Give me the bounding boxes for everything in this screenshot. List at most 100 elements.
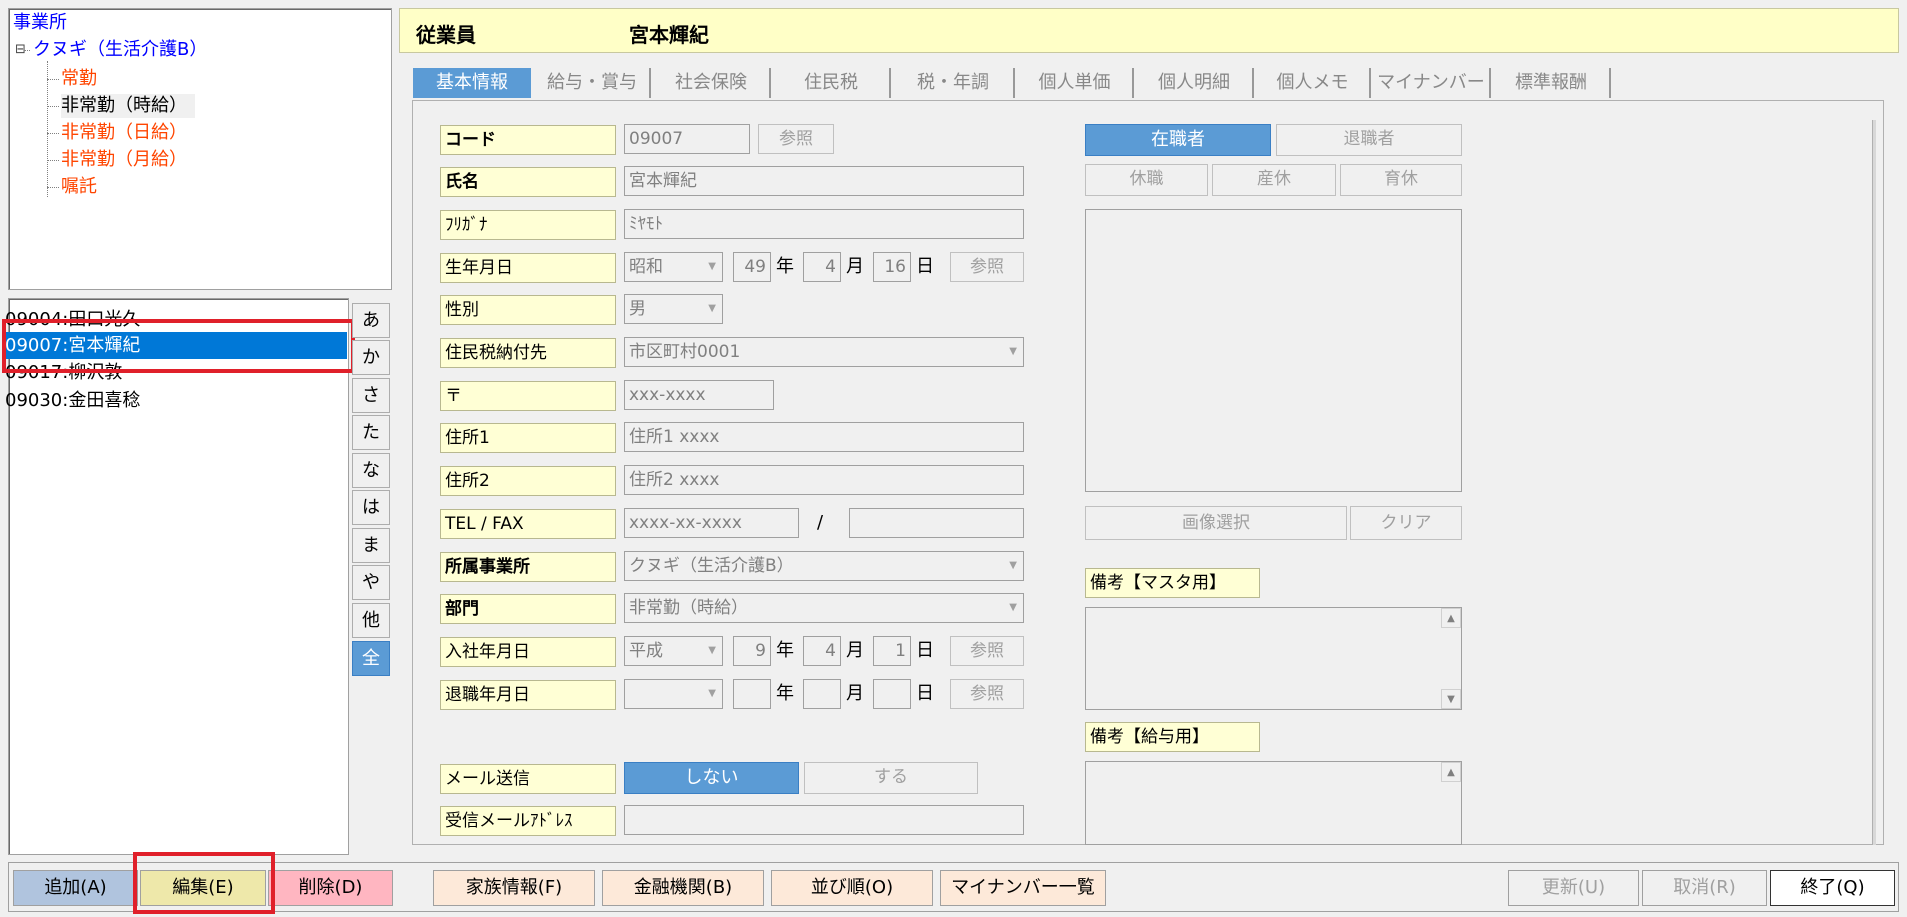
memo-master-textarea[interactable] bbox=[1085, 607, 1462, 710]
family-info-button[interactable]: 家族情報(F) bbox=[433, 870, 595, 906]
employee-row[interactable]: 09030:金田喜稔 bbox=[3, 387, 347, 414]
chevron-down-icon: ▼ bbox=[1009, 602, 1017, 613]
tree-connector bbox=[47, 187, 59, 188]
tab-basic-info[interactable]: 基本情報 bbox=[413, 68, 531, 98]
mail-address-field[interactable] bbox=[624, 805, 1024, 835]
tree-dept-daily[interactable]: 非常勤（日給） bbox=[61, 121, 187, 145]
maternity-leave-button[interactable]: 産休 bbox=[1212, 164, 1336, 196]
birth-era-select[interactable]: 昭和 ▼ bbox=[624, 252, 723, 282]
tab-salary-bonus[interactable]: 給与・賞与 bbox=[535, 68, 651, 98]
birth-day-field[interactable]: 16 bbox=[873, 252, 911, 282]
resident-tax-select[interactable]: 市区町村0001 ▼ bbox=[624, 337, 1024, 367]
gender-select[interactable]: 男 ▼ bbox=[624, 294, 723, 324]
retire-era-select[interactable]: ▼ bbox=[624, 679, 723, 709]
leave-button[interactable]: 休職 bbox=[1085, 164, 1208, 196]
kana-filter-other[interactable]: 他 bbox=[352, 603, 390, 638]
tree-dept-regular[interactable]: 常勤 bbox=[61, 67, 97, 91]
tree-dept-contract[interactable]: 嘱託 bbox=[61, 175, 97, 199]
tree-dept-hourly[interactable]: 非常勤（時給） bbox=[61, 94, 195, 118]
delete-button[interactable]: 削除(D) bbox=[268, 870, 393, 906]
tab-personal-memo[interactable]: 個人メモ bbox=[1256, 68, 1371, 98]
chevron-down-icon: ▼ bbox=[708, 303, 716, 314]
bank-button[interactable]: 金融機関(B) bbox=[602, 870, 764, 906]
cancel-button[interactable]: 取消(R) bbox=[1642, 870, 1767, 906]
image-clear-button[interactable]: クリア bbox=[1350, 506, 1462, 540]
retire-month-field[interactable] bbox=[803, 679, 841, 709]
update-button[interactable]: 更新(U) bbox=[1508, 870, 1639, 906]
chevron-down-icon: ▼ bbox=[708, 645, 716, 656]
kana-filter-ya[interactable]: や bbox=[352, 565, 390, 600]
tab-resident-tax[interactable]: 住民税 bbox=[773, 68, 891, 98]
address2-field[interactable]: 住所2 xxxx bbox=[624, 465, 1024, 495]
tree-root-office[interactable]: 事業所 bbox=[13, 11, 67, 35]
kana-filter-ha[interactable]: は bbox=[352, 490, 390, 525]
scroll-down-icon[interactable]: ▼ bbox=[1441, 689, 1461, 709]
year-unit: 年 bbox=[776, 640, 794, 661]
mail-send-on-button[interactable]: する bbox=[804, 762, 978, 794]
tab-social-insurance[interactable]: 社会保険 bbox=[653, 68, 771, 98]
tree-connector bbox=[47, 160, 59, 161]
status-retired-button[interactable]: 退職者 bbox=[1276, 124, 1462, 156]
status-active-button[interactable]: 在職者 bbox=[1085, 124, 1271, 156]
tree-facility[interactable]: クヌギ（生活介護B） bbox=[33, 38, 207, 62]
postal-field[interactable]: xxx-xxxx bbox=[624, 380, 774, 410]
code-field[interactable]: 09007 bbox=[624, 124, 750, 154]
department-tree[interactable]: 事業所 ⊟ クヌギ（生活介護B） 常勤 非常勤（時給） 非常勤（日給） 非常勤（… bbox=[8, 8, 392, 290]
tel-field[interactable]: xxxx-xx-xxxx bbox=[624, 508, 799, 538]
hire-year-field[interactable]: 9 bbox=[733, 636, 771, 666]
scroll-up-icon[interactable]: ▲ bbox=[1441, 608, 1461, 628]
hire-date-lookup-button[interactable]: 参照 bbox=[950, 636, 1024, 666]
kana-filter-ka[interactable]: か bbox=[352, 340, 390, 375]
mail-send-off-button[interactable]: しない bbox=[624, 762, 799, 794]
photo-area[interactable] bbox=[1085, 209, 1462, 492]
chevron-down-icon: ▼ bbox=[1009, 346, 1017, 357]
retire-date-lookup-button[interactable]: 参照 bbox=[950, 679, 1024, 709]
birth-year-field[interactable]: 49 bbox=[733, 252, 771, 282]
exit-button[interactable]: 終了(Q) bbox=[1770, 870, 1895, 906]
tree-dept-monthly[interactable]: 非常勤（月給） bbox=[61, 148, 187, 172]
kana-filter-all[interactable]: 全 bbox=[352, 641, 390, 676]
office-select[interactable]: クヌギ（生活介護B） ▼ bbox=[624, 551, 1024, 581]
mail-send-label: メール送信 bbox=[440, 764, 616, 794]
image-select-button[interactable]: 画像選択 bbox=[1085, 506, 1347, 540]
retire-date-label: 退職年月日 bbox=[440, 680, 616, 710]
header-employee-name: 宮本輝紀 bbox=[629, 23, 709, 47]
retire-day-field[interactable] bbox=[873, 679, 911, 709]
panel-scrollbar[interactable] bbox=[1872, 120, 1876, 845]
code-lookup-button[interactable]: 参照 bbox=[758, 124, 834, 154]
office-value: クヌギ（生活介護B） bbox=[629, 556, 794, 576]
kana-filter-ma[interactable]: ま bbox=[352, 528, 390, 563]
kana-filter-sa[interactable]: さ bbox=[352, 378, 390, 413]
tab-personal-detail[interactable]: 個人明細 bbox=[1136, 68, 1254, 98]
tree-connector bbox=[47, 106, 59, 107]
department-select[interactable]: 非常勤（時給） ▼ bbox=[624, 593, 1024, 623]
hire-era-select[interactable]: 平成 ▼ bbox=[624, 636, 723, 666]
kana-field[interactable]: ﾐﾔﾓﾄ bbox=[624, 209, 1024, 239]
hire-day-field[interactable]: 1 bbox=[873, 636, 911, 666]
address1-field[interactable]: 住所1 xxxx bbox=[624, 422, 1024, 452]
kana-filter-a[interactable]: あ bbox=[352, 303, 390, 338]
name-field[interactable]: 宮本輝紀 bbox=[624, 166, 1024, 196]
childcare-leave-button[interactable]: 育休 bbox=[1340, 164, 1462, 196]
tree-connector bbox=[47, 79, 59, 80]
retire-year-field[interactable] bbox=[733, 679, 771, 709]
fax-field[interactable] bbox=[849, 508, 1024, 538]
tab-tax-adjustment[interactable]: 税・年調 bbox=[893, 68, 1015, 98]
kana-filter-ta[interactable]: た bbox=[352, 415, 390, 450]
scroll-up-icon[interactable]: ▲ bbox=[1441, 762, 1461, 782]
tel-fax-label: TEL / FAX bbox=[440, 509, 616, 539]
header-label: 従業員 bbox=[416, 23, 476, 47]
tab-mynumber[interactable]: マイナンバー bbox=[1373, 68, 1491, 98]
tab-standard-remuneration[interactable]: 標準報酬 bbox=[1493, 68, 1611, 98]
add-button[interactable]: 追加(A) bbox=[13, 870, 138, 906]
kana-filter-na[interactable]: な bbox=[352, 453, 390, 488]
mynumber-list-button[interactable]: マイナンバー一覧 bbox=[940, 870, 1106, 906]
tab-personal-rate[interactable]: 個人単価 bbox=[1017, 68, 1134, 98]
birth-month-field[interactable]: 4 bbox=[803, 252, 841, 282]
birthdate-lookup-button[interactable]: 参照 bbox=[950, 252, 1024, 282]
sort-order-button[interactable]: 並び順(O) bbox=[771, 870, 933, 906]
memo-salary-textarea[interactable] bbox=[1085, 761, 1462, 845]
code-label: コード bbox=[440, 125, 616, 155]
hire-month-field[interactable]: 4 bbox=[803, 636, 841, 666]
month-unit: 月 bbox=[846, 683, 864, 704]
